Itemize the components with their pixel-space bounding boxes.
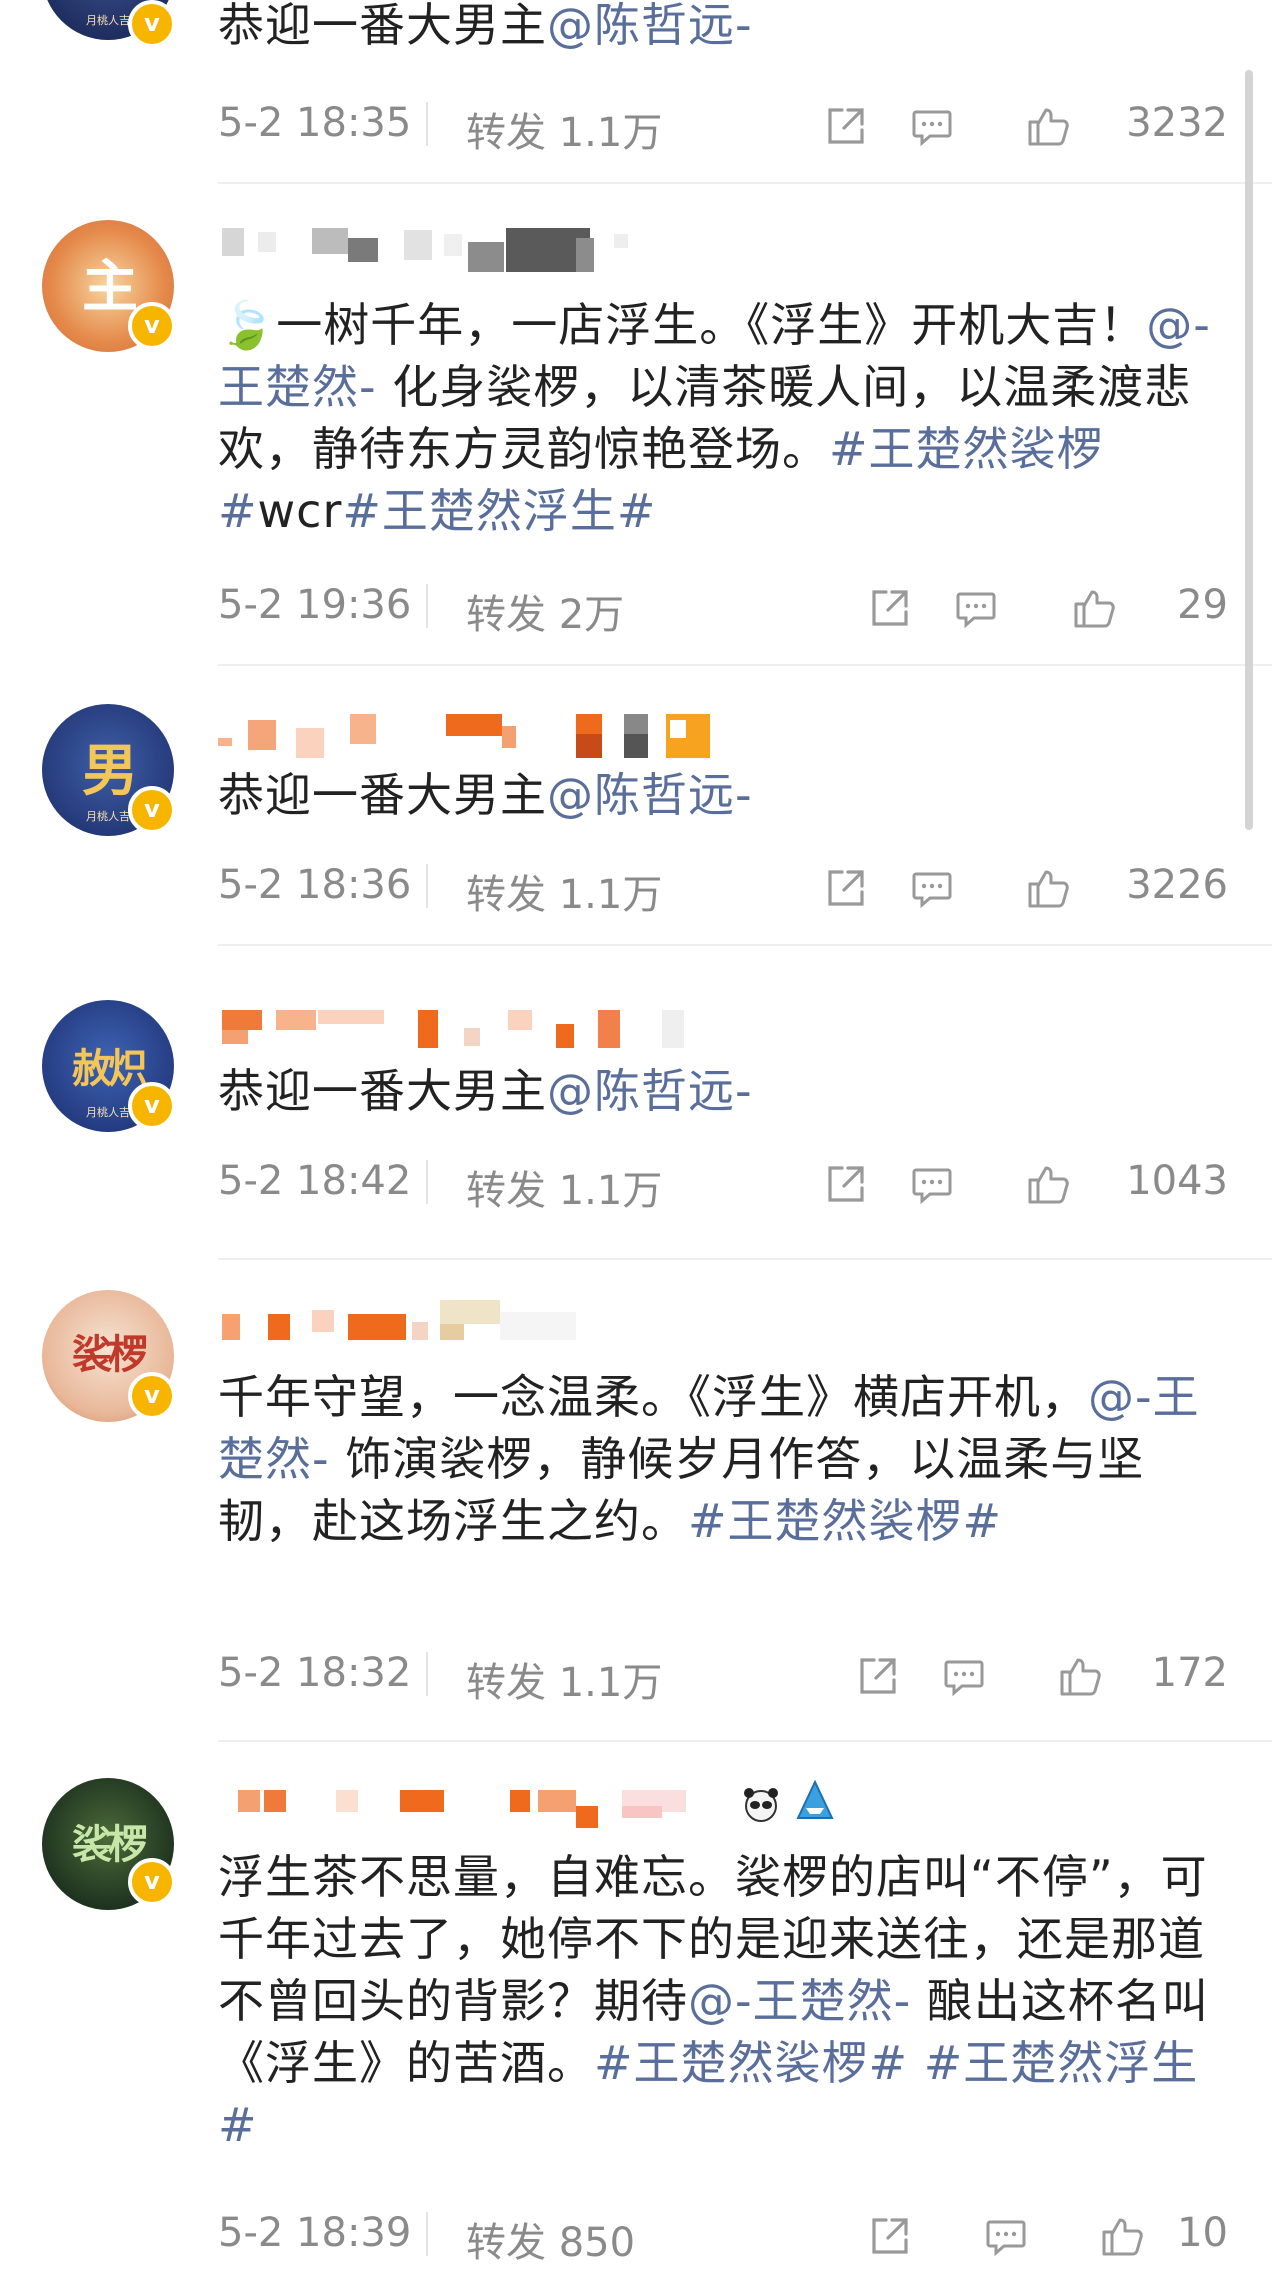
verified-badge-icon: v [128,786,176,834]
comment-icon[interactable] [908,102,956,150]
like-count: 3226 [1126,862,1228,908]
divider [218,182,1272,184]
divider [218,1740,1272,1742]
like-count: 29 [1177,582,1228,628]
post-text [908,2036,924,2090]
meta-separator [426,584,428,628]
divider [218,944,1272,946]
scrollbar-thumb[interactable] [1245,70,1253,830]
verified-badge-icon: v [128,1858,176,1906]
forward-count[interactable]: 转发 1.1万 [466,100,662,158]
like-count: 10 [1177,2210,1228,2256]
share-icon[interactable] [866,584,914,632]
username-redacted[interactable] [218,1300,578,1344]
like-icon[interactable] [1024,864,1072,912]
post-content: 恭迎一番大男主@陈哲远- [218,764,1228,826]
comment-icon[interactable] [982,2212,1030,2260]
verified-badge-icon: v [128,1372,176,1420]
post-content: 浮生茶不思量，自难忘。裟椤的店叫“不停”，可千年过去了，她停不下的是迎来送往，还… [218,1846,1228,2156]
share-icon[interactable] [854,1652,902,1700]
post-meta: 5-2 18:32 转发 1.1万 172 [218,1642,1228,1706]
username-redacted[interactable] [218,224,628,272]
post-content: 🍃一树千年，一店浮生。《浮生》开机大吉！@-王楚然- 化身裟椤，以清茶暖人间，以… [218,294,1228,542]
comment-icon[interactable] [952,584,1000,632]
post-meta: 5-2 18:35 转发 1.1万 3232 [218,92,1228,156]
post-text: 千年守望，一念温柔。《浮生》横店开机， [218,1370,1088,1424]
verified-badge-icon: v [128,1082,176,1130]
timestamp: 5-2 18:42 [218,1158,412,1204]
shark-emoji-icon [796,1779,834,1819]
mention-link[interactable]: @-王楚然- [688,1974,911,2028]
avatar-subtext: 月桃人吉 [86,14,130,27]
verified-badge-icon: v [128,302,176,350]
mention-link[interactable]: @陈哲远- [547,1064,753,1118]
share-icon[interactable] [822,864,870,912]
post-text: wcr [257,484,343,538]
timestamp: 5-2 18:35 [218,100,412,146]
post-content: 恭迎一番大男主@陈哲远- [218,0,1228,56]
post-meta: 5-2 19:36 转发 2万 29 [218,574,1228,638]
panda-emoji-icon [744,1788,778,1822]
meta-separator [426,102,428,146]
meta-separator [426,864,428,908]
share-icon[interactable] [822,1160,870,1208]
share-icon[interactable] [822,102,870,150]
username-redacted[interactable] [218,1006,718,1050]
post-meta: 5-2 18:39 转发 850 10 [218,2202,1228,2266]
forward-count[interactable]: 转发 1.1万 [466,862,662,920]
avatar-subtext: 月桃人吉 [86,1106,130,1119]
verified-badge-icon: v [128,0,176,48]
hashtag-link[interactable]: #王楚然裟椤# [594,2036,908,2090]
post-meta: 5-2 18:36 转发 1.1万 3226 [218,854,1228,918]
post-meta: 5-2 18:42 转发 1.1万 1043 [218,1150,1228,1214]
post-text: 🍃一树千年，一店浮生。《浮生》开机大吉！ [218,298,1147,352]
like-icon[interactable] [1024,1160,1072,1208]
hashtag-link[interactable]: #王楚然裟椤# [688,1494,1002,1548]
meta-separator [426,1160,428,1204]
post-content: 千年守望，一念温柔。《浮生》横店开机，@-王楚然- 饰演裟椤，静候岁月作答，以温… [218,1366,1228,1552]
post-content: 恭迎一番大男主@陈哲远- [218,1060,1228,1122]
avatar-subtext: 月桃人吉 [86,810,130,823]
timestamp: 5-2 19:36 [218,582,412,628]
share-icon[interactable] [866,2212,914,2260]
divider [218,1258,1272,1260]
post-text: 恭迎一番大男主 [218,0,547,52]
mention-link[interactable]: @陈哲远- [547,0,753,52]
like-icon[interactable] [1070,584,1118,632]
like-count: 3232 [1126,100,1228,146]
like-count: 1043 [1126,1158,1228,1204]
forward-count[interactable]: 转发 1.1万 [466,1650,662,1708]
post-text: 恭迎一番大男主 [218,768,547,822]
timestamp: 5-2 18:39 [218,2210,412,2256]
like-count: 172 [1151,1650,1228,1696]
like-icon[interactable] [1024,102,1072,150]
forward-count[interactable]: 转发 2万 [466,582,624,640]
comment-icon[interactable] [940,1652,988,1700]
divider [218,664,1272,666]
like-icon[interactable] [1056,1652,1104,1700]
forward-count[interactable]: 转发 850 [466,2210,635,2268]
meta-separator [426,2212,428,2256]
post-text: 恭迎一番大男主 [218,1064,547,1118]
like-icon[interactable] [1098,2212,1146,2260]
comment-icon[interactable] [908,864,956,912]
comment-icon[interactable] [908,1160,956,1208]
username-redacted[interactable] [218,714,718,758]
hashtag-link[interactable]: #王楚然浮生# [342,484,656,538]
timestamp: 5-2 18:32 [218,1650,412,1696]
meta-separator [426,1652,428,1696]
timestamp: 5-2 18:36 [218,862,412,908]
post-text: 饰演裟椤，静候岁月作答，以温柔与坚韧，赴这场浮生之约。 [218,1432,1145,1548]
forward-count[interactable]: 转发 1.1万 [466,1158,662,1216]
mention-link[interactable]: @陈哲远- [547,768,753,822]
